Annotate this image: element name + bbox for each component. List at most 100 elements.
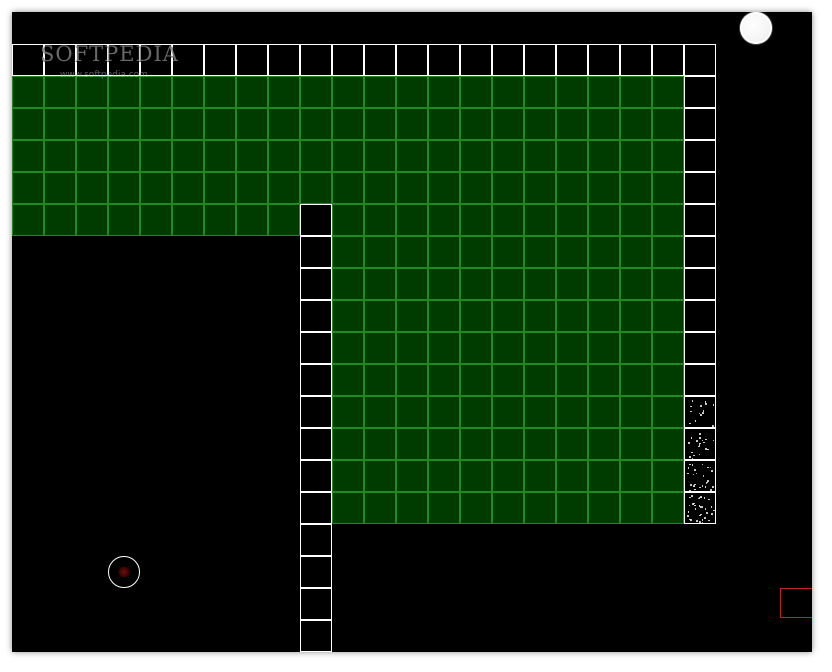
static-dot xyxy=(710,506,713,508)
filled-cell xyxy=(652,172,684,204)
filled-cell xyxy=(620,236,652,268)
wall-cell xyxy=(492,44,524,76)
filled-cell xyxy=(428,108,460,140)
filled-cell xyxy=(460,204,492,236)
filled-cell xyxy=(396,428,428,460)
static-dot xyxy=(691,457,694,460)
static-dot xyxy=(687,467,690,469)
wall-cell xyxy=(300,492,332,524)
static-dot xyxy=(700,405,702,407)
player-marker-icon xyxy=(108,556,140,588)
filled-cell xyxy=(620,204,652,236)
static-dot xyxy=(711,470,713,472)
filled-cell xyxy=(396,172,428,204)
static-dot xyxy=(696,520,698,522)
static-dot xyxy=(689,422,691,425)
filled-cell xyxy=(300,108,332,140)
filled-cell xyxy=(364,396,396,428)
static-noise-cell xyxy=(684,460,716,492)
filled-cell xyxy=(396,396,428,428)
filled-cell xyxy=(76,140,108,172)
filled-cell xyxy=(492,492,524,524)
filled-cell xyxy=(556,332,588,364)
filled-cell xyxy=(12,140,44,172)
filled-cell xyxy=(556,204,588,236)
wall-cell xyxy=(652,44,684,76)
filled-cell xyxy=(12,204,44,236)
filled-cell xyxy=(76,204,108,236)
filled-cell xyxy=(652,492,684,524)
filled-cell xyxy=(364,140,396,172)
static-dot xyxy=(708,519,710,522)
filled-cell xyxy=(620,364,652,396)
filled-cell xyxy=(524,204,556,236)
filled-cell xyxy=(556,236,588,268)
wall-cell xyxy=(204,44,236,76)
wall-cell xyxy=(300,460,332,492)
filled-cell xyxy=(332,236,364,268)
filled-cell xyxy=(396,364,428,396)
filled-cell xyxy=(332,332,364,364)
filled-cell xyxy=(588,140,620,172)
filled-cell xyxy=(556,428,588,460)
filled-cell xyxy=(396,76,428,108)
filled-cell xyxy=(460,428,492,460)
wall-cell xyxy=(300,524,332,556)
static-dot xyxy=(709,466,712,469)
filled-cell xyxy=(460,140,492,172)
filled-cell xyxy=(588,332,620,364)
static-dot xyxy=(699,521,701,523)
wall-cell xyxy=(684,204,716,236)
filled-cell xyxy=(44,76,76,108)
static-dot xyxy=(712,486,714,488)
wall-cell xyxy=(300,364,332,396)
wall-cell xyxy=(396,44,428,76)
static-dot xyxy=(703,441,705,444)
filled-cell xyxy=(364,364,396,396)
static-dot xyxy=(690,410,692,413)
filled-cell xyxy=(12,108,44,140)
static-dot xyxy=(700,496,702,498)
filled-cell xyxy=(428,364,460,396)
filled-cell xyxy=(332,364,364,396)
static-dot xyxy=(691,464,694,466)
static-dot xyxy=(701,519,704,521)
wall-cell xyxy=(300,44,332,76)
filled-cell xyxy=(524,172,556,204)
static-dot xyxy=(704,486,707,488)
static-dot xyxy=(698,445,700,448)
filled-cell xyxy=(556,76,588,108)
filled-cell xyxy=(332,268,364,300)
filled-cell xyxy=(364,204,396,236)
static-dot xyxy=(700,414,702,416)
static-dot xyxy=(701,485,703,487)
filled-cell xyxy=(204,172,236,204)
filled-cell xyxy=(396,236,428,268)
static-dot xyxy=(701,463,704,466)
static-dot xyxy=(711,513,713,515)
static-dot xyxy=(696,440,698,442)
static-dot xyxy=(712,404,715,406)
game-window[interactable]: SOFTPEDIA www.softpedia.com xyxy=(12,12,812,652)
filled-cell xyxy=(300,76,332,108)
static-dot xyxy=(687,472,689,475)
filled-cell xyxy=(652,108,684,140)
filled-cell xyxy=(556,172,588,204)
static-dot xyxy=(704,508,707,510)
filled-cell xyxy=(428,76,460,108)
filled-cell xyxy=(460,332,492,364)
filled-cell xyxy=(396,492,428,524)
static-dot xyxy=(712,439,715,442)
filled-cell xyxy=(172,172,204,204)
filled-cell xyxy=(652,76,684,108)
filled-cell xyxy=(492,172,524,204)
filled-cell xyxy=(140,76,172,108)
filled-cell xyxy=(652,364,684,396)
filled-cell xyxy=(44,172,76,204)
static-dot xyxy=(707,466,709,469)
filled-cell xyxy=(428,428,460,460)
wall-cell xyxy=(300,620,332,652)
filled-cell xyxy=(172,140,204,172)
filled-cell xyxy=(396,108,428,140)
filled-cell xyxy=(428,268,460,300)
